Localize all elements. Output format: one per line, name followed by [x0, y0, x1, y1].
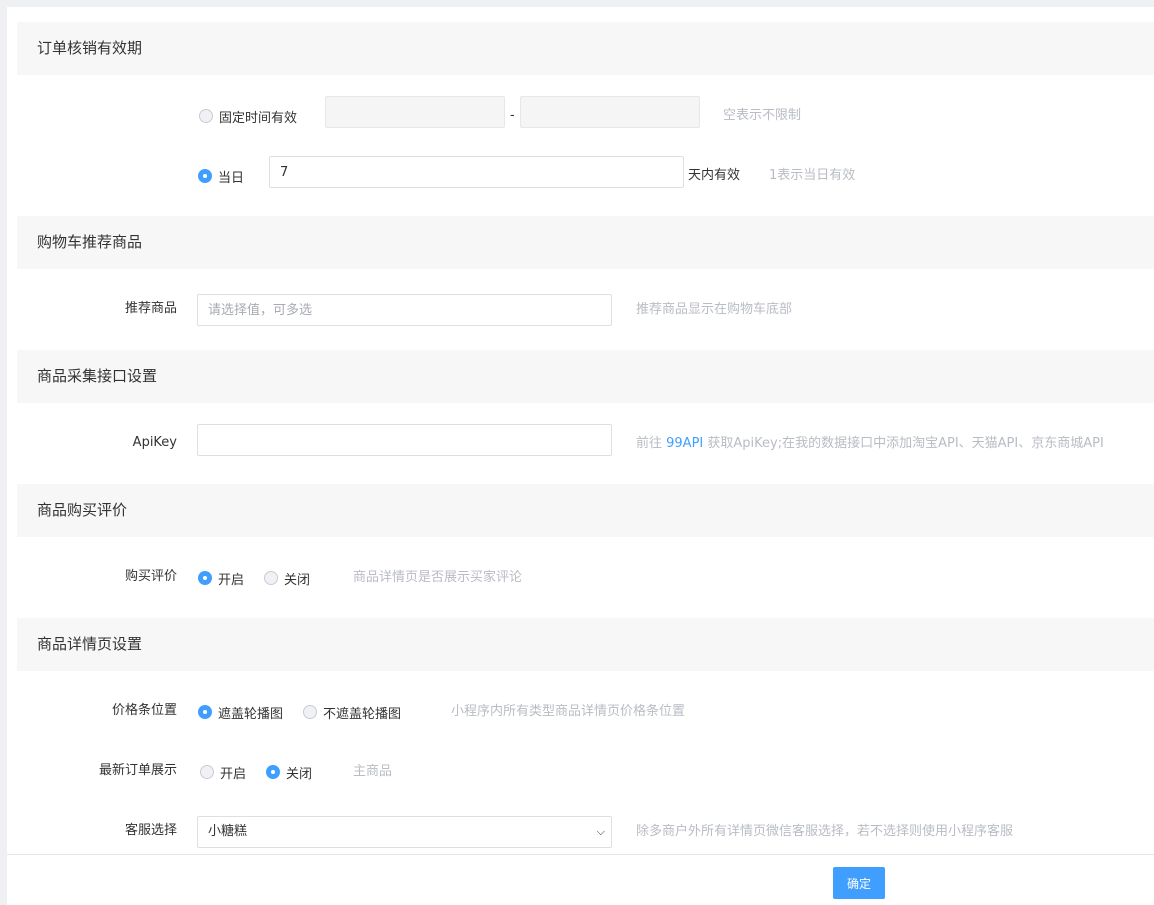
recommend-goods-select[interactable]	[197, 294, 612, 326]
section-title: 购物车推荐商品	[37, 233, 143, 251]
radio-label: 开启	[218, 572, 245, 588]
apikey-label: ApiKey	[132, 435, 177, 450]
radio-circle-checked-icon	[198, 169, 212, 183]
apikey-input[interactable]	[197, 424, 612, 456]
valid-days-input[interactable]	[269, 156, 684, 188]
chevron-down-icon: ⌵	[596, 825, 605, 838]
service-hint: 除多商户外所有详情页微信客服选择，若不选择则使用小程序客服	[636, 824, 1014, 839]
radio-fixed-time[interactable]: 固定时间有效	[199, 107, 297, 126]
section-title: 商品购买评价	[37, 501, 128, 519]
radio-latest-order-on[interactable]: 开启	[200, 763, 246, 782]
footer-bar: 确定	[7, 854, 1154, 905]
radio-review-off[interactable]: 关闭	[264, 569, 310, 588]
service-label: 客服选择	[124, 823, 177, 838]
section-header-recommend: 购物车推荐商品	[17, 216, 1154, 269]
99api-link[interactable]: 99API	[666, 436, 703, 451]
latest-order-hint: 主商品	[353, 764, 393, 779]
apikey-hint: 前往 99API 获取ApiKey;在我的数据接口中添加淘宝API、天猫API、…	[636, 434, 1104, 454]
radio-circle-icon	[200, 765, 214, 779]
radio-review-on[interactable]: 开启	[198, 569, 244, 588]
radio-label: 开启	[220, 766, 247, 782]
radio-label: 关闭	[284, 572, 311, 588]
section-header-verify: 订单核销有效期	[17, 22, 1154, 75]
service-selected-value: 小糖糕	[208, 824, 248, 839]
section-title: 商品详情页设置	[37, 635, 143, 653]
start-date-input[interactable]	[325, 96, 505, 128]
confirm-button[interactable]: 确定	[833, 867, 885, 899]
radio-circle-checked-icon	[266, 765, 281, 779]
radio-label: 当日	[218, 170, 245, 186]
end-date-input[interactable]	[520, 96, 700, 128]
section-title: 商品采集接口设置	[37, 367, 158, 385]
radio-circle-icon	[303, 705, 318, 719]
radio-latest-order-off[interactable]: 关闭	[266, 763, 312, 782]
price-bar-hint: 小程序内所有类型商品详情页价格条位置	[451, 704, 686, 719]
settings-page: 订单核销有效期 固定时间有效 - 空表示不限制 当日 天内有效 1表示当日有效 …	[7, 7, 1154, 905]
section-header-detail: 商品详情页设置	[17, 618, 1154, 671]
price-bar-label: 价格条位置	[111, 703, 177, 718]
review-label: 购买评价	[124, 569, 177, 584]
radio-no-cover-carousel[interactable]: 不遮盖轮播图	[303, 703, 401, 722]
recommend-goods-label: 推荐商品	[124, 301, 177, 316]
service-select[interactable]: 小糖糕 ⌵	[197, 816, 612, 848]
radio-same-day[interactable]: 当日	[198, 167, 244, 186]
radio-label: 不遮盖轮播图	[323, 706, 402, 722]
apikey-hint-suffix: 获取ApiKey;在我的数据接口中添加淘宝API、天猫API、京东商城API	[703, 436, 1104, 451]
valid-days-hint: 1表示当日有效	[769, 168, 856, 183]
valid-days-suffix: 天内有效	[688, 168, 741, 183]
section-title: 订单核销有效期	[37, 39, 143, 57]
latest-order-radio-group: 开启 关闭	[200, 762, 332, 782]
verify-fixed-radio-group: 固定时间有效	[199, 106, 317, 126]
section-header-collect: 商品采集接口设置	[17, 350, 1154, 403]
date-separator: -	[510, 108, 515, 123]
review-hint: 商品详情页是否展示买家评论	[353, 570, 523, 585]
radio-circle-icon	[264, 571, 279, 585]
apikey-hint-prefix: 前往	[636, 436, 667, 451]
fixed-time-hint: 空表示不限制	[723, 108, 802, 123]
radio-circle-checked-icon	[198, 571, 212, 585]
radio-label: 遮盖轮播图	[218, 706, 284, 722]
price-bar-radio-group: 遮盖轮播图 不遮盖轮播图	[198, 702, 421, 722]
radio-circle-checked-icon	[198, 705, 212, 719]
review-radio-group: 开启 关闭	[198, 568, 330, 588]
recommend-goods-hint: 推荐商品显示在购物车底部	[636, 302, 793, 317]
verify-days-radio-group: 当日	[198, 166, 264, 186]
radio-label: 固定时间有效	[219, 110, 298, 126]
latest-order-label: 最新订单展示	[98, 763, 177, 778]
radio-cover-carousel[interactable]: 遮盖轮播图	[198, 703, 283, 722]
radio-circle-icon	[199, 109, 213, 123]
radio-label: 关闭	[286, 766, 313, 782]
section-header-review: 商品购买评价	[17, 484, 1154, 537]
